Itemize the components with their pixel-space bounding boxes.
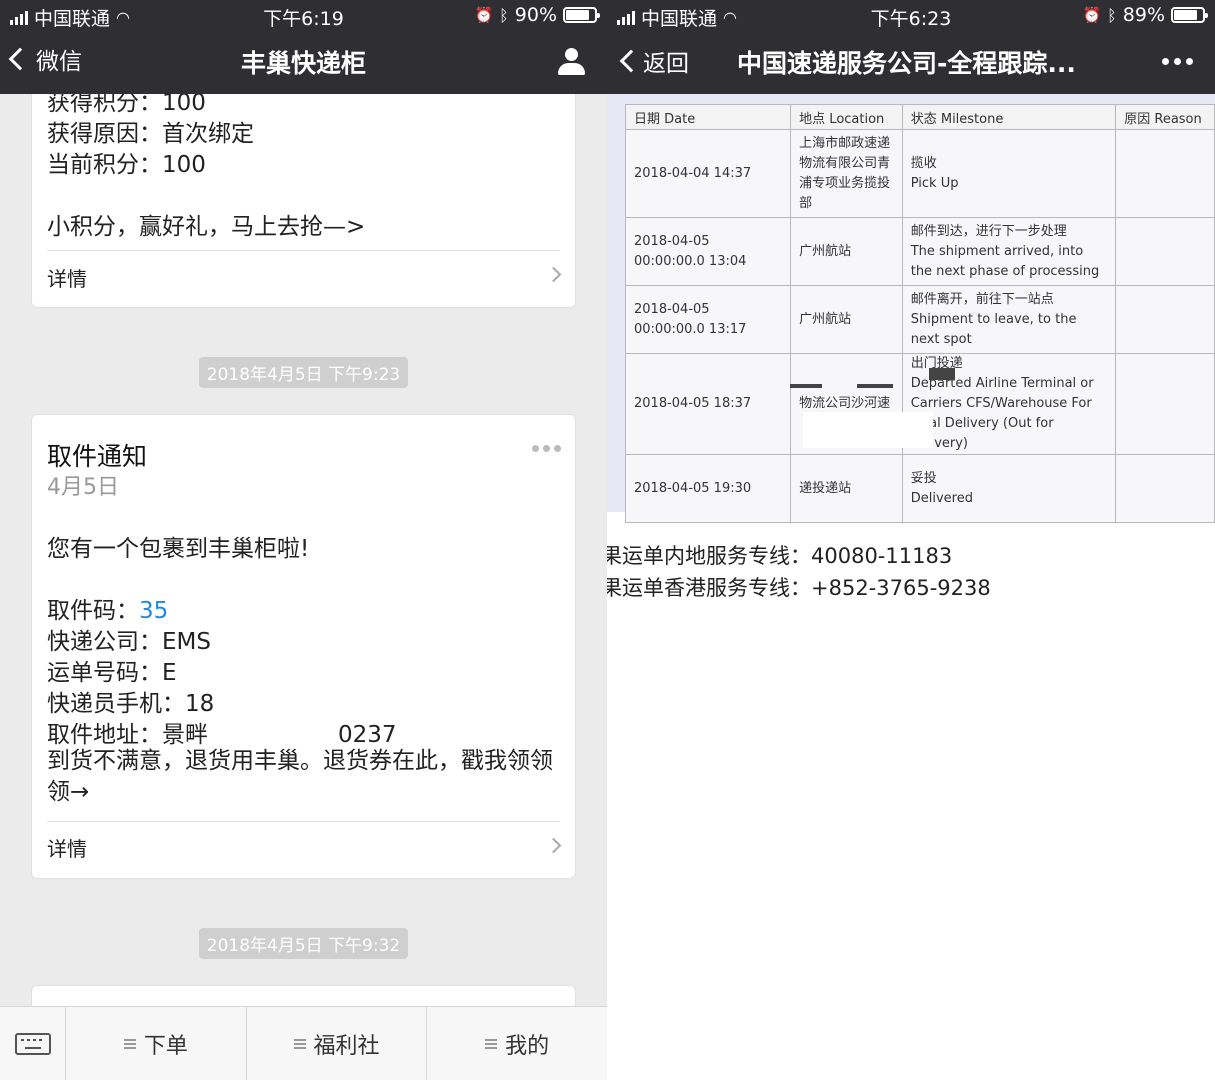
- card-divider: [47, 250, 560, 251]
- chevron-left-icon: [619, 49, 643, 73]
- page-title: 丰巢快递柜: [240, 49, 366, 78]
- hongkong-hotline[interactable]: 果运单香港服务专线：+852-3765-9238: [607, 572, 991, 602]
- cell-location: 上海市邮政速递物流有限公司青浦专项业务揽投部: [790, 129, 903, 218]
- pickup-address-value: 景畔: [162, 722, 208, 748]
- table-row: 2018-04-05 00:00:00.0 13:17 广州航站 邮件离开，前往…: [624, 285, 1215, 354]
- column-header-reason: 原因 Reason: [1115, 104, 1215, 130]
- menu-icon: [485, 1038, 498, 1049]
- return-promo-link[interactable]: 到货不满意，退货用丰巢。退货券在此，戳我领领领→: [47, 746, 557, 808]
- keyboard-icon: [15, 1033, 51, 1055]
- pickup-code-value[interactable]: 35: [139, 598, 168, 624]
- more-icon[interactable]: [532, 445, 561, 452]
- card-date: 4月5日: [47, 475, 119, 500]
- points-current: 当前积分：100: [47, 152, 206, 178]
- card-title: 取件通知: [47, 442, 148, 471]
- cell-milestone: 邮件到达，进行下一步处理 The shipment arrived, into t…: [901, 217, 1117, 286]
- points-card[interactable]: 获得积分：100 获得原因：首次绑定 当前积分：100 小积分，赢好礼，马上去抢…: [31, 60, 576, 308]
- cell-reason: [1115, 217, 1215, 286]
- cell-reason: [1115, 454, 1215, 523]
- table-header-row: 日期 Date 地点 Location 状态 Milestone 原因 Reas…: [624, 104, 1215, 130]
- courier-phone-label: 快递员手机：: [47, 691, 185, 717]
- tracking-number-row: 运单号码：E: [47, 653, 177, 687]
- chevron-right-icon: [545, 837, 562, 854]
- pickup-address-row: 取件地址：景畔 0237: [47, 715, 397, 749]
- table-row: 2018-04-05 00:00:00.0 13:04 广州航站 邮件到达，进行…: [624, 217, 1215, 286]
- pickup-address-tail: 0237: [338, 722, 397, 748]
- cell-date: 2018-04-05 00:00:00.0 13:04: [624, 217, 792, 286]
- battery-icon: [1171, 7, 1208, 23]
- bluetooth-icon: ᛒ: [499, 5, 509, 25]
- cell-milestone: 邮件离开，前往下一站点 Shipment to leave, to the nex…: [901, 285, 1117, 354]
- column-header-location: 地点 Location: [790, 104, 903, 130]
- alarm-icon: ⏰: [474, 6, 494, 24]
- column-header-date: 日期 Date: [624, 104, 792, 130]
- redaction-mark: [929, 368, 955, 380]
- nav-bar: 中国联通 ◠ 下午6:19 ⏰ ᛒ 90% 微信 丰巢快递柜: [0, 0, 607, 94]
- cell-date: 2018-04-05 18:37: [624, 353, 792, 455]
- back-label: 返回: [643, 51, 689, 77]
- bluetooth-icon: ᛒ: [1107, 5, 1117, 25]
- cell-date: 2018-04-05 19:30: [624, 454, 792, 523]
- tracking-screen: 中国联通 ◠ 下午6:23 ⏰ ᛒ 89% 返回 中国速递服务公司-全程跟踪..…: [607, 0, 1215, 1080]
- column-header-milestone: 状态 Milestone: [901, 104, 1117, 130]
- tracking-table: 日期 Date 地点 Location 状态 Milestone 原因 Reas…: [624, 104, 1215, 523]
- menu-bar: 下单 福利社 我的: [0, 1006, 607, 1080]
- pickup-address-label: 取件地址：: [47, 722, 162, 748]
- cell-milestone: 揽收 Pick Up: [901, 129, 1117, 218]
- mainland-hotline[interactable]: 果运单内地服务专线：40080-11183: [607, 540, 952, 570]
- tracking-table-area: 日期 Date 地点 Location 状态 Milestone 原因 Reas…: [607, 94, 1215, 523]
- pickup-code-row: 取件码：35: [47, 591, 168, 625]
- cell-location: 递投递站: [790, 454, 903, 523]
- battery-percent: 90%: [514, 4, 557, 26]
- status-bar: 中国联通 ◠ 下午6:23 ⏰ ᛒ 89%: [607, 0, 1215, 32]
- courier-phone-row: 快递员手机：18: [47, 684, 214, 718]
- nav-bar: 中国联通 ◠ 下午6:23 ⏰ ᛒ 89% 返回 中国速递服务公司-全程跟踪..…: [607, 0, 1215, 94]
- tracking-number-value: E: [162, 660, 177, 686]
- battery-icon: [563, 7, 600, 23]
- cell-reason: [1115, 129, 1215, 218]
- table-row: 2018-04-05 19:30 递投递站 妥投 Delivered: [624, 454, 1215, 523]
- cell-milestone: 妥投 Delivered: [901, 454, 1117, 523]
- back-button[interactable]: 返回: [619, 44, 689, 78]
- courier-company-label: 快递公司：: [47, 629, 162, 655]
- cell-reason: [1115, 285, 1215, 354]
- pickup-message: 您有一个包裹到丰巢柜啦!: [47, 536, 310, 562]
- table-row: 2018-04-04 14:37 上海市邮政速递物流有限公司青浦专项业务揽投部 …: [624, 129, 1215, 218]
- menu-mine[interactable]: 我的: [427, 1007, 607, 1080]
- card-divider: [47, 821, 560, 822]
- tracking-number-label: 运单号码：: [47, 660, 162, 686]
- detail-link[interactable]: 详情: [47, 833, 87, 862]
- menu-order[interactable]: 下单: [66, 1007, 247, 1080]
- redaction-mark: [857, 384, 893, 388]
- courier-company-value: EMS: [162, 629, 211, 655]
- points-reason: 获得原因：首次绑定: [47, 121, 254, 147]
- message-timestamp: 2018年4月5日 下午9:23: [0, 357, 607, 388]
- menu-welfare[interactable]: 福利社: [247, 1007, 428, 1080]
- battery-percent: 89%: [1122, 4, 1165, 26]
- cell-location: 广州航站: [790, 217, 903, 286]
- wechat-chat-screen: 获得积分：100 获得原因：首次绑定 当前积分：100 小积分，赢好礼，马上去抢…: [0, 0, 607, 1080]
- menu-icon: [123, 1038, 136, 1049]
- keyboard-toggle-button[interactable]: [0, 1007, 66, 1080]
- cell-date: 2018-04-04 14:37: [624, 129, 792, 218]
- detail-link[interactable]: 详情: [47, 263, 87, 292]
- redaction-mark: [790, 384, 822, 388]
- more-icon[interactable]: [1162, 58, 1193, 65]
- cell-reason: [1115, 353, 1215, 455]
- cell-date: 2018-04-05 00:00:00.0 13:17: [624, 285, 792, 354]
- page-title: 中国速递服务公司-全程跟踪...: [737, 49, 1076, 78]
- courier-company-row: 快递公司：EMS: [47, 622, 211, 656]
- chevron-right-icon: [545, 266, 562, 283]
- pickup-notice-card[interactable]: 取件通知 4月5日 您有一个包裹到丰巢柜啦! 取件码：35 快递公司：EMS 运…: [31, 414, 576, 879]
- pickup-code-label: 取件码：: [47, 598, 139, 624]
- menu-icon: [293, 1038, 306, 1049]
- message-timestamp: 2018年4月5日 下午9:32: [0, 928, 607, 959]
- status-bar: 中国联通 ◠ 下午6:19 ⏰ ᛒ 90%: [0, 0, 607, 32]
- redaction-mark: [803, 412, 933, 448]
- cell-location: 广州航站: [790, 285, 903, 354]
- alarm-icon: ⏰: [1082, 6, 1102, 24]
- courier-phone-value: 18: [185, 691, 215, 717]
- user-profile-icon[interactable]: [557, 48, 585, 76]
- points-promo-link[interactable]: 小积分，赢好礼，马上去抢—>: [47, 207, 365, 241]
